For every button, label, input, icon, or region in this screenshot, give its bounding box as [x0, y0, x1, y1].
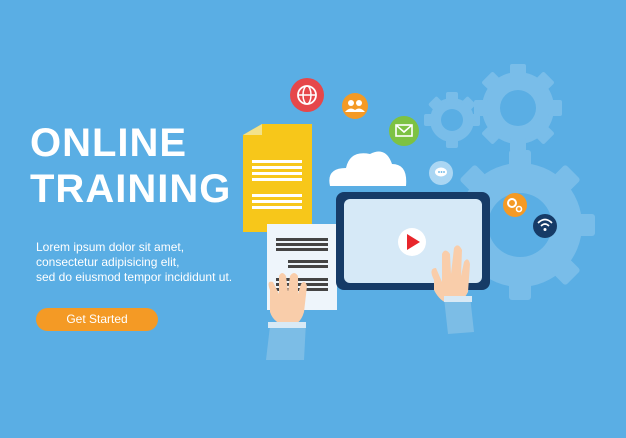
hero-description: Lorem ipsum dolor sit amet, consectetur … [36, 240, 276, 285]
large-gear-icon [445, 150, 595, 300]
hero-description-line-3: sed do eiusmod tempor incididunt ut. [36, 270, 233, 284]
medium-gear-icon [474, 64, 562, 152]
get-started-button[interactable]: Get Started [36, 308, 158, 331]
tablet-device [336, 192, 490, 290]
wifi-icon[interactable] [533, 214, 557, 238]
cloud-icon [329, 151, 407, 186]
hero-title-line-2: TRAINING [30, 167, 232, 211]
paper-sheet [267, 224, 337, 310]
online-training-illustration [243, 64, 595, 360]
globe-icon[interactable] [290, 78, 324, 112]
hero-description-line-2: consectetur adipisicing elit, [36, 255, 180, 269]
chat-icon[interactable] [429, 161, 453, 185]
left-hand [266, 273, 307, 360]
play-icon[interactable] [398, 228, 426, 256]
hero-description-line-1: Lorem ipsum dolor sit amet, [36, 240, 185, 254]
hero-title-line-1: ONLINE [30, 121, 188, 165]
mail-icon[interactable] [389, 116, 419, 146]
users-icon[interactable] [342, 93, 368, 119]
right-hand [431, 245, 474, 334]
gear-icon[interactable] [503, 193, 527, 217]
hero-title: ONLINE TRAINING [30, 120, 231, 212]
document-icon [243, 124, 312, 232]
small-gear-icon [424, 92, 480, 148]
